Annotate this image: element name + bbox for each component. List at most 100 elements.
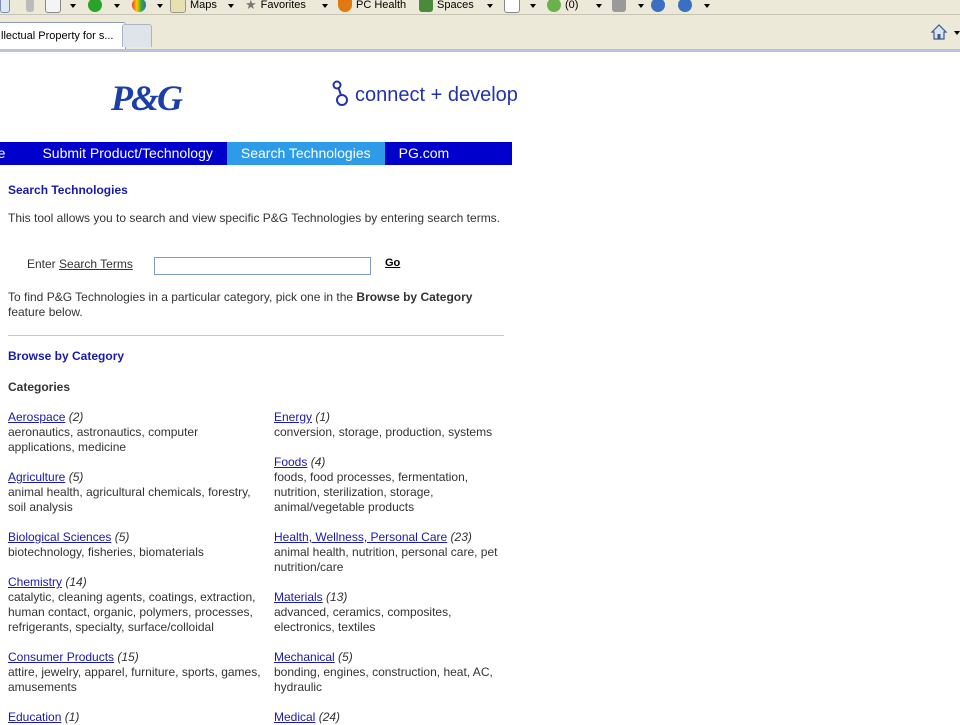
pc-health-label: PC Health <box>356 0 407 11</box>
search-form: Enter Search Terms Go <box>27 257 400 275</box>
category-link-materials[interactable]: Materials <box>274 590 323 604</box>
category-item: Foods (4) foods, food processes, ferment… <box>274 455 510 515</box>
search-section: Search Technologies This tool allows you… <box>8 183 504 226</box>
category-link-aerospace[interactable]: Aerospace <box>8 410 65 424</box>
category-desc: conversion, storage, production, systems <box>274 425 493 439</box>
category-count: (1) <box>315 410 331 424</box>
category-count: (13) <box>326 590 348 604</box>
spaces-dropdown-icon[interactable] <box>487 4 493 8</box>
maps-label: Maps <box>190 0 217 11</box>
category-desc: bonding, engines, construction, heat, AC… <box>274 665 493 694</box>
divider <box>8 335 504 336</box>
category-item: Health, Wellness, Personal Care (23) ani… <box>274 530 510 575</box>
mail-icon[interactable] <box>504 0 524 13</box>
messenger-button[interactable]: (0) <box>547 0 578 13</box>
search-input[interactable] <box>154 257 371 275</box>
category-link-agriculture[interactable]: Agriculture <box>8 470 65 484</box>
add-dropdown-icon[interactable] <box>114 4 120 8</box>
category-link-biological-sciences[interactable]: Biological Sciences <box>8 530 111 544</box>
messenger-count: (0) <box>565 0 579 11</box>
main-nav: me Submit Product/Technology Search Tech… <box>0 142 512 165</box>
help-dropdown-icon[interactable] <box>704 4 710 8</box>
favorites-button[interactable]: ★ Favorites <box>245 0 306 13</box>
nav-submit-product[interactable]: Submit Product/Technology <box>28 142 226 165</box>
category-count: (2) <box>68 410 84 424</box>
home-dropdown-icon[interactable] <box>954 31 960 35</box>
category-count: (24) <box>318 710 341 724</box>
home-icon[interactable] <box>930 23 948 41</box>
nav-pg-com[interactable]: PG.com <box>385 142 464 165</box>
browse-hint: To find P&G Technologies in a particular… <box>8 290 504 320</box>
go-button[interactable]: Go <box>385 257 400 269</box>
rss-dropdown-icon[interactable] <box>638 4 644 8</box>
category-item: Aerospace (2) aeronautics, astronautics,… <box>8 410 266 455</box>
nav-home[interactable]: me <box>0 142 28 165</box>
category-link-medical[interactable]: Medical <box>274 710 315 724</box>
messenger-dropdown-icon[interactable] <box>596 4 602 8</box>
category-item: Materials (13) advanced, ceramics, compo… <box>274 590 510 635</box>
spaces-label: Spaces <box>437 0 474 11</box>
category-desc: animal health, agricultural chemicals, f… <box>8 485 251 514</box>
new-tab-button[interactable] <box>122 24 152 47</box>
category-item: Mechanical (5) bonding, engines, constru… <box>274 650 510 695</box>
favorites-label: Favorites <box>260 0 306 11</box>
category-item: Agriculture (5) animal health, agricultu… <box>8 470 266 515</box>
category-item: Biological Sciences (5) biotechnology, f… <box>8 530 266 560</box>
category-link-mechanical[interactable]: Mechanical <box>274 650 335 664</box>
category-count: (14) <box>65 575 87 589</box>
back-arrow-icon[interactable] <box>26 0 38 13</box>
mail-dropdown-icon[interactable] <box>530 4 536 8</box>
category-count: (23) <box>450 530 472 544</box>
spaces-icon <box>419 0 433 12</box>
page-icon[interactable] <box>45 0 65 13</box>
search-terms-link[interactable]: Search Terms <box>59 257 133 271</box>
help-icon[interactable] <box>678 0 696 13</box>
tagline: connect + develop <box>355 83 518 106</box>
category-count: (1) <box>64 710 80 724</box>
browse-hint-suffix: feature below. <box>8 305 83 319</box>
browse-heading: Browse by Category <box>8 349 125 363</box>
pc-health-button[interactable]: PC Health <box>338 0 406 13</box>
butterfly-dropdown-icon[interactable] <box>157 4 163 8</box>
spaces-button[interactable]: Spaces <box>419 0 474 13</box>
maps-button[interactable]: Maps <box>170 0 217 13</box>
upload-icon[interactable] <box>651 0 669 13</box>
category-item: Medical (24) <box>274 710 510 725</box>
people-icon <box>547 0 561 12</box>
category-desc: attire, jewelry, apparel, furniture, spo… <box>8 665 261 694</box>
connect-develop-logo[interactable]: connect + develop <box>331 80 518 110</box>
shield-icon <box>338 0 352 12</box>
browse-hint-text: To find P&G Technologies in a particular… <box>8 290 357 304</box>
category-item: Chemistry (14) catalytic, cleaning agent… <box>8 575 266 635</box>
pg-logo[interactable]: P&G <box>111 77 183 119</box>
favorites-dropdown-icon[interactable] <box>322 4 328 8</box>
butterfly-icon[interactable] <box>132 0 150 13</box>
category-link-health-wellness[interactable]: Health, Wellness, Personal Care <box>274 530 447 544</box>
add-icon[interactable] <box>88 0 106 13</box>
category-item: Energy (1) conversion, storage, producti… <box>274 410 510 440</box>
category-item: Education (1) <box>8 710 266 725</box>
category-link-education[interactable]: Education <box>8 710 61 724</box>
category-link-chemistry[interactable]: Chemistry <box>8 575 62 589</box>
category-desc: biotechnology, fisheries, biomaterials <box>8 545 204 559</box>
rss-icon[interactable] <box>612 0 630 13</box>
search-intro: This tool allows you to search and view … <box>8 211 501 225</box>
category-count: (5) <box>338 650 353 664</box>
nav-search-technologies[interactable]: Search Technologies <box>226 142 385 165</box>
enter-label: Enter <box>27 257 60 271</box>
maps-icon <box>170 0 186 13</box>
search-heading: Search Technologies <box>8 183 128 197</box>
browser-toolbar: Maps ★ Favorites PC Health Spaces (0) <box>0 0 960 15</box>
maps-dropdown-icon[interactable] <box>228 4 234 8</box>
tab-active[interactable]: llectual Property for s... <box>0 22 126 49</box>
category-link-energy[interactable]: Energy <box>274 410 312 424</box>
category-desc: advanced, ceramics, composites, electron… <box>274 605 452 634</box>
browse-hint-bold: Browse by Category <box>356 290 473 304</box>
category-link-consumer-products[interactable]: Consumer Products <box>8 650 114 664</box>
dropdown-arrow-icon[interactable] <box>0 0 14 13</box>
page-dropdown-icon[interactable] <box>70 4 76 8</box>
categories-label: Categories <box>8 380 71 394</box>
category-desc: catalytic, cleaning agents, coatings, ex… <box>8 590 256 634</box>
category-desc: foods, food processes, fermentation, nut… <box>274 470 469 514</box>
category-link-foods[interactable]: Foods <box>274 455 307 469</box>
